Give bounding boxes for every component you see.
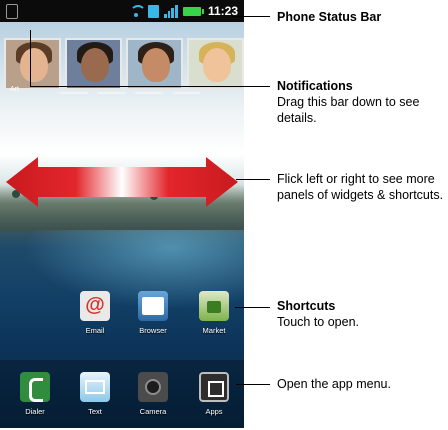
status-bar-callout-title: Phone Status Bar [277, 10, 382, 24]
apps-label: Apps [205, 407, 223, 416]
status-bar-callout: Phone Status Bar [277, 9, 381, 25]
status-bar[interactable]: 11:23 [0, 0, 244, 22]
market-shortcut[interactable]: Market [191, 291, 237, 335]
status-icons: 11:23 [129, 3, 238, 19]
dialer-label: Dialer [25, 407, 45, 416]
shortcuts-leader-line [235, 307, 270, 308]
shortcuts-callout: Shortcuts Touch to open. [277, 298, 447, 330]
notifications-leader-stem [30, 30, 31, 86]
flick-callout: Flick left or right to see more panels o… [277, 171, 447, 203]
camera-label: Camera [139, 407, 167, 416]
notification-photo[interactable] [126, 38, 183, 90]
email-icon [80, 291, 110, 321]
text-shortcut[interactable]: Text [72, 372, 118, 416]
browser-label: Browser [139, 326, 167, 335]
battery-icon [182, 6, 204, 16]
browser-shortcut[interactable]: Browser [130, 291, 176, 335]
usb-icon [6, 4, 18, 19]
text-icon [80, 372, 110, 402]
notifications-callout-body: Drag this bar down to see details. [277, 95, 420, 125]
camera-icon [138, 372, 168, 402]
data-icon [147, 4, 159, 18]
panel-indicator [60, 92, 200, 94]
email-shortcut[interactable]: Email [72, 291, 118, 335]
flick-callout-body: Flick left or right to see more panels o… [277, 172, 444, 202]
double-arrow-icon [6, 157, 238, 207]
market-label: Market [202, 326, 226, 335]
app-menu-leader-line [236, 384, 270, 385]
notification-widget[interactable] [4, 38, 244, 92]
dialer-shortcut[interactable]: Dialer [12, 372, 58, 416]
status-bar-leader-line [232, 16, 270, 17]
notification-photo[interactable] [187, 38, 244, 90]
notifications-callout: Notifications Drag this bar down to see … [277, 78, 447, 126]
text-label: Text [88, 407, 102, 416]
apps-icon [199, 372, 229, 402]
market-icon [199, 291, 229, 321]
shortcuts-callout-body: Touch to open. [277, 315, 360, 329]
browser-icon [138, 291, 168, 321]
signal-icon [163, 4, 178, 18]
camera-shortcut[interactable]: Camera [130, 372, 176, 416]
shortcuts-callout-title: Shortcuts [277, 299, 336, 313]
flick-leader-line [236, 179, 270, 180]
apps-shortcut[interactable]: Apps [191, 372, 237, 416]
notification-caption: Art [10, 86, 19, 93]
app-menu-callout-body: Open the app menu. [277, 377, 391, 391]
notification-photo[interactable] [65, 38, 122, 90]
notification-photo[interactable] [4, 38, 61, 90]
home-screen: 11:23 Art Email Browser Mar [0, 0, 244, 428]
dialer-icon [20, 372, 50, 402]
app-menu-callout: Open the app menu. [277, 376, 447, 392]
notifications-callout-title: Notifications [277, 79, 353, 93]
email-label: Email [85, 326, 105, 335]
wifi-icon [129, 5, 146, 17]
notifications-leader-line [30, 86, 270, 87]
